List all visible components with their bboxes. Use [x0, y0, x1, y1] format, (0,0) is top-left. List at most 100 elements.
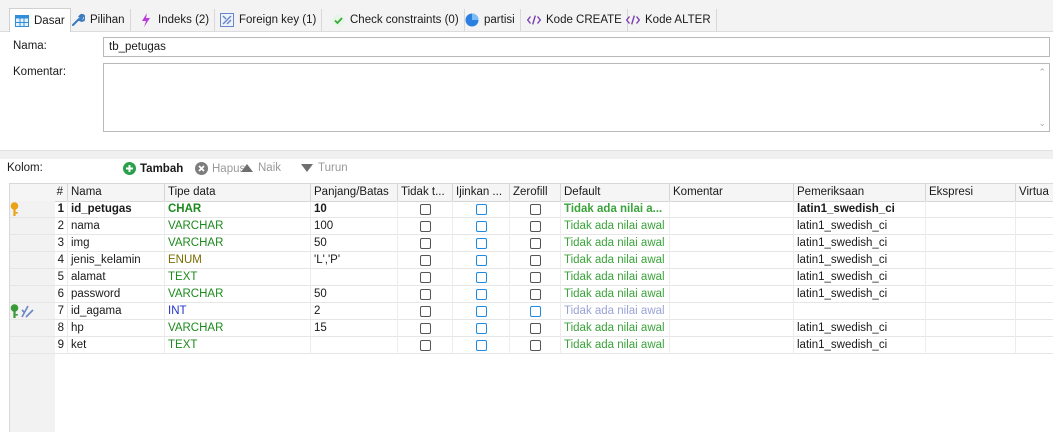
- zerofill-checkbox[interactable]: [530, 340, 541, 351]
- column-separator: [310, 218, 311, 235]
- zerofill-checkbox[interactable]: [530, 306, 541, 317]
- table-row[interactable]: 3 img VARCHAR 50 Tidak ada nilai awal latin1_…: [10, 235, 1053, 252]
- column-comment: [670, 201, 794, 218]
- nullable-checkbox[interactable]: [476, 272, 487, 283]
- hdr-default[interactable]: Default: [561, 184, 670, 201]
- splitter[interactable]: [0, 150, 1053, 159]
- column-separator: [669, 337, 670, 354]
- tab-indeks[interactable]: Indeks (2): [134, 9, 216, 31]
- column-separator: [925, 201, 926, 218]
- column-type: VARCHAR: [168, 288, 224, 300]
- table-row[interactable]: 5 alamat TEXT Tidak ada nilai awal latin1_sw…: [10, 269, 1053, 286]
- table-row[interactable]: 9 ket TEXT Tidak ada nilai awal latin1_swedi…: [10, 337, 1053, 354]
- table-row[interactable]: 8 hp VARCHAR 15 Tidak ada nilai awal latin1_s…: [10, 320, 1053, 337]
- tab-partisi[interactable]: partisi: [460, 9, 521, 31]
- column-default: Tidak ada nilai awal: [564, 271, 665, 283]
- column-separator: [397, 269, 398, 286]
- column-separator: [452, 235, 453, 252]
- column-separator: [1015, 320, 1016, 337]
- unsigned-checkbox[interactable]: [420, 323, 431, 334]
- column-separator: [1015, 303, 1016, 320]
- zerofill-checkbox[interactable]: [530, 204, 541, 215]
- nullable-checkbox[interactable]: [476, 340, 487, 351]
- unsigned-checkbox[interactable]: [420, 340, 431, 351]
- column-separator: [1015, 201, 1016, 218]
- unsigned-checkbox[interactable]: [420, 221, 431, 232]
- column-separator: [925, 252, 926, 269]
- hdr-length[interactable]: Panjang/Batas: [311, 184, 398, 201]
- column-separator: [560, 286, 561, 303]
- tab-dasar[interactable]: Dasar: [9, 8, 71, 32]
- nullable-checkbox[interactable]: [476, 289, 487, 300]
- column-separator: [793, 201, 794, 218]
- zerofill-checkbox[interactable]: [530, 272, 541, 283]
- table-row[interactable]: 1 id_petugas CHAR 10 Tidak ada nilai a... lat…: [10, 201, 1053, 218]
- column-separator: [452, 218, 453, 235]
- column-separator: [669, 218, 670, 235]
- column-separator: [310, 252, 311, 269]
- hdr-virtual[interactable]: Virtua: [1016, 184, 1053, 201]
- hdr-number[interactable]: #: [55, 184, 68, 201]
- unsigned-checkbox[interactable]: [420, 306, 431, 317]
- column-name: alamat: [71, 271, 106, 283]
- hdr-unsigned[interactable]: Tidak t...: [398, 184, 453, 201]
- tab-foreign-key[interactable]: Foreign key (1): [215, 9, 323, 31]
- column-separator: [560, 337, 561, 354]
- column-default: Tidak ada nilai a...: [564, 203, 663, 215]
- table-name-input[interactable]: [103, 37, 1050, 57]
- column-length: 50: [314, 237, 327, 249]
- unsigned-checkbox[interactable]: [420, 238, 431, 249]
- tab-kode-alter[interactable]: Kode ALTER: [621, 9, 717, 31]
- hdr-nullable[interactable]: Ijinkan ...: [453, 184, 510, 201]
- table-row[interactable]: 6 password VARCHAR 50 Tidak ada nilai awal la…: [10, 286, 1053, 303]
- scroll-up-icon[interactable]: ⌃: [1038, 67, 1046, 78]
- move-down-button[interactable]: Turun: [300, 162, 348, 174]
- hdr-expression[interactable]: Ekspresi: [926, 184, 1016, 201]
- column-separator: [67, 286, 68, 303]
- nullable-checkbox[interactable]: [476, 221, 487, 232]
- zerofill-checkbox[interactable]: [530, 221, 541, 232]
- scroll-down-icon[interactable]: ⌄: [1038, 118, 1046, 129]
- unsigned-checkbox[interactable]: [420, 204, 431, 215]
- tab-check-constraints[interactable]: Check constraints (0): [326, 9, 465, 31]
- add-column-button[interactable]: Tambah: [123, 162, 183, 175]
- column-separator: [509, 235, 510, 252]
- column-separator: [793, 252, 794, 269]
- move-up-button[interactable]: Naik: [240, 162, 281, 174]
- unsigned-checkbox[interactable]: [420, 255, 431, 266]
- hdr-comment[interactable]: Komentar: [670, 184, 794, 201]
- tab-pilihan[interactable]: Pilihan: [66, 9, 131, 31]
- column-separator: [67, 252, 68, 269]
- columns-grid[interactable]: # Nama Tipe data Panjang/Batas Tidak t... Iji…: [9, 183, 1053, 432]
- hdr-name[interactable]: Nama: [68, 184, 165, 201]
- column-separator: [669, 235, 670, 252]
- column-length: 2: [314, 305, 321, 317]
- unsigned-checkbox[interactable]: [420, 289, 431, 300]
- table-row[interactable]: 4 jenis_kelamin ENUM 'L','P' Tidak ada nilai…: [10, 252, 1053, 269]
- column-comment: [670, 337, 794, 354]
- comment-textarea[interactable]: ⌃ ⌄: [103, 63, 1050, 132]
- hdr-collation[interactable]: Pemeriksaan: [794, 184, 926, 201]
- zerofill-checkbox[interactable]: [530, 255, 541, 266]
- unsigned-checkbox[interactable]: [420, 272, 431, 283]
- hdr-type[interactable]: Tipe data: [165, 184, 311, 201]
- column-separator: [793, 269, 794, 286]
- remove-column-button[interactable]: Hapus: [195, 162, 245, 175]
- hdr-zerofill[interactable]: Zerofill: [510, 184, 561, 201]
- column-type: TEXT: [168, 339, 198, 351]
- nullable-checkbox[interactable]: [476, 323, 487, 334]
- nullable-checkbox[interactable]: [476, 204, 487, 215]
- column-separator: [925, 235, 926, 252]
- tab-kode-create[interactable]: Kode CREATE: [522, 9, 628, 31]
- nullable-checkbox[interactable]: [476, 306, 487, 317]
- zerofill-checkbox[interactable]: [530, 289, 541, 300]
- column-separator: [310, 303, 311, 320]
- table-row[interactable]: 7 id_agama INT 2 Tidak ada nilai awal: [10, 303, 1053, 320]
- nullable-checkbox[interactable]: [476, 255, 487, 266]
- zerofill-checkbox[interactable]: [530, 238, 541, 249]
- column-separator: [310, 201, 311, 218]
- nullable-checkbox[interactable]: [476, 238, 487, 249]
- zerofill-checkbox[interactable]: [530, 323, 541, 334]
- table-row[interactable]: 2 nama VARCHAR 100 Tidak ada nilai awal latin…: [10, 218, 1053, 235]
- column-name: jenis_kelamin: [71, 254, 141, 266]
